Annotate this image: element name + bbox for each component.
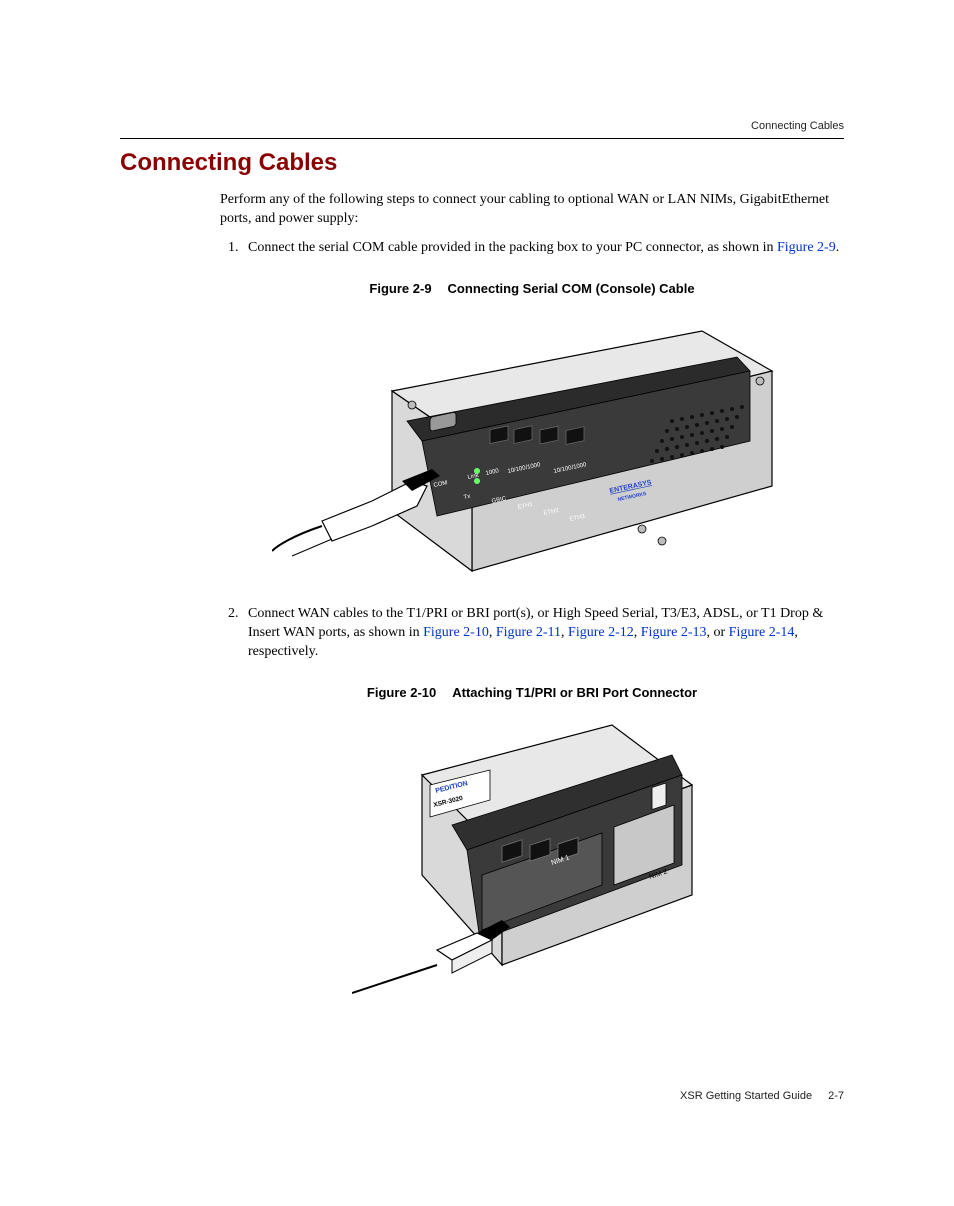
intro-paragraph: Perform any of the following steps to co… <box>220 191 844 229</box>
link-fig-2-12[interactable]: Figure 2-12 <box>568 625 634 640</box>
step-2: Connect WAN cables to the T1/PRI or BRI … <box>242 605 844 662</box>
link-fig-2-13[interactable]: Figure 2-13 <box>641 625 707 640</box>
footer-page: 2-7 <box>828 1090 844 1102</box>
figure-2-9-caption: Figure 2-9 Connecting Serial COM (Console… <box>220 280 844 298</box>
link-fig-2-9[interactable]: Figure 2-9 <box>777 240 836 255</box>
figure-2-9-title: Connecting Serial COM (Console) Cable <box>448 281 695 296</box>
step-1-suffix: . <box>836 240 840 255</box>
figure-2-10-label: Figure 2-10 <box>367 685 436 700</box>
section-title: Connecting Cables <box>120 149 844 177</box>
running-head: Connecting Cables <box>120 120 844 132</box>
header-rule <box>120 138 844 139</box>
figure-2-10-image: PEDITION XSR-3020 NIM 1 NIM 2 <box>220 715 844 1005</box>
figure-2-9-image: COM Link 1000 10/100/1000 10/100/1000 Tx… <box>220 311 844 581</box>
link-fig-2-10[interactable]: Figure 2-10 <box>423 625 489 640</box>
figure-2-10-caption: Figure 2-10 Attaching T1/PRI or BRI Port … <box>220 684 844 702</box>
footer-book: XSR Getting Started Guide <box>680 1090 812 1102</box>
link-fig-2-14[interactable]: Figure 2-14 <box>729 625 795 640</box>
link-fig-2-11[interactable]: Figure 2-11 <box>496 625 561 640</box>
figure-2-9-label: Figure 2-9 <box>369 281 431 296</box>
step-1-text: Connect the serial COM cable provided in… <box>248 240 777 255</box>
figure-2-10-title: Attaching T1/PRI or BRI Port Connector <box>452 685 697 700</box>
page-footer: XSR Getting Started Guide 2-7 <box>680 1090 844 1102</box>
step-1: Connect the serial COM cable provided in… <box>242 239 844 258</box>
